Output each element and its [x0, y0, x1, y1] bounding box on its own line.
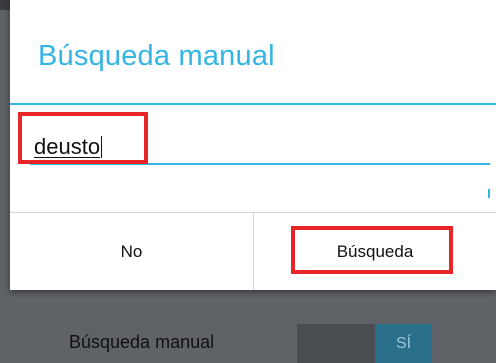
search-button[interactable]: Búsqueda [254, 213, 496, 290]
manual-search-dialog: Búsqueda manual deusto No Búsqueda [10, 0, 496, 290]
manual-search-setting-label: Búsqueda manual [69, 332, 215, 352]
no-button[interactable]: No [10, 213, 253, 290]
screen: Búsqueda manual SÍ Búsqueda manual deust… [0, 0, 496, 363]
input-highlight-box [18, 112, 148, 164]
input-underline-end [488, 189, 490, 198]
dialog-title: Búsqueda manual [38, 40, 275, 72]
manual-search-toggle[interactable]: SÍ [297, 324, 432, 363]
title-divider [10, 103, 496, 105]
toggle-on-state: SÍ [375, 324, 432, 363]
